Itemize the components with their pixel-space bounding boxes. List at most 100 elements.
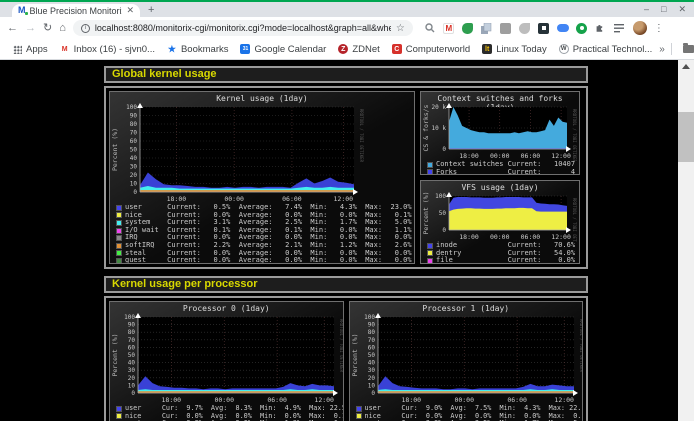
extension-icon-dark[interactable] (538, 22, 550, 34)
chart-title: Context switches and forks (1day) (421, 94, 579, 103)
bookmark-bookmarks[interactable]: ★ Bookmarks (162, 44, 234, 55)
extension-icon-blue[interactable] (557, 22, 569, 34)
star-icon: ★ (167, 44, 177, 54)
bookmark-google-calendar[interactable]: 31 Google Calendar (235, 44, 331, 55)
reload-button[interactable]: ↻ (43, 23, 52, 34)
svg-text:0: 0 (442, 146, 446, 153)
context-switches-legend: Context switches Current: 10407Forks Cur… (421, 161, 579, 175)
forward-button[interactable]: → (25, 23, 36, 34)
svg-text:40: 40 (130, 155, 138, 162)
svg-text:90: 90 (128, 322, 136, 329)
svg-text:06:00: 06:00 (282, 195, 302, 203)
svg-text:20: 20 (367, 375, 375, 382)
legend-swatch (116, 212, 122, 218)
browser-tab[interactable]: M Blue Precision Monitorix ✕ (12, 4, 140, 17)
svg-text:70: 70 (367, 337, 375, 344)
legend-swatch (116, 250, 122, 256)
chart-title: Processor 1 (1day) (350, 304, 583, 313)
legend-swatch (116, 243, 122, 249)
browser-toolbar: ← → ↻ ⌂ i localhost:8080/monitorix-cgi/m… (0, 17, 694, 39)
extensions-puzzle-icon[interactable] (595, 22, 607, 34)
legend-swatch (116, 228, 122, 234)
vfs-usage-chart[interactable]: VFS usage (1day) 05010018:0000:0006:0012… (420, 180, 580, 264)
playlist-extension-icon[interactable] (614, 22, 626, 34)
svg-text:00:00: 00:00 (490, 152, 510, 160)
kernel-usage-plot: 010203040506070809010018:0000:0006:0012:… (110, 103, 414, 204)
minimize-button[interactable]: – (644, 3, 649, 15)
browser-menu-icon[interactable]: ⋮ (654, 23, 664, 34)
scrollbar-up-arrow[interactable] (682, 64, 690, 69)
svg-text:00:00: 00:00 (214, 396, 234, 404)
svg-text:60: 60 (130, 138, 138, 145)
extension-icon-green-circle[interactable] (576, 22, 588, 34)
linux-today-icon: lt (482, 44, 492, 54)
svg-text:12:00: 12:00 (551, 233, 571, 241)
page-content: Global kernel usage Kernel usage (1day) … (0, 60, 694, 421)
legend-swatch (427, 169, 433, 175)
tab-close-icon[interactable]: ✕ (126, 5, 134, 16)
extension-icon-cast[interactable] (519, 22, 531, 34)
svg-text:10 k: 10 k (432, 125, 447, 132)
copy-pages-extension-icon[interactable] (481, 22, 493, 34)
legend-swatch (116, 235, 122, 241)
scrollbar-thumb[interactable] (678, 112, 694, 162)
vfs-usage-legend: inode Current: 70.6%dentry Current: 54.0… (421, 242, 579, 264)
processor-0-chart[interactable]: Processor 0 (1day) 010203040506070809010… (109, 301, 344, 421)
extension-icon-green[interactable] (462, 22, 474, 34)
processor-1-chart[interactable]: Processor 1 (1day) 010203040506070809010… (349, 301, 584, 421)
svg-text:40: 40 (367, 360, 375, 367)
context-switches-chart[interactable]: Context switches and forks (1day) 010 k2… (420, 91, 580, 175)
svg-text:20: 20 (128, 375, 136, 382)
svg-text:30: 30 (130, 164, 138, 171)
address-bar[interactable]: i localhost:8080/monitorix-cgi/monitorix… (73, 20, 413, 36)
zdnet-icon: Z (338, 44, 348, 54)
bookmark-zdnet[interactable]: Z ZDNet (333, 44, 384, 55)
bookmarks-overflow-chevron[interactable]: » (659, 44, 665, 55)
apps-grid-icon (13, 45, 22, 54)
extension-icon-gray[interactable] (500, 22, 512, 34)
bookmark-linux-today[interactable]: lt Linux Today (477, 44, 552, 55)
page-scrollbar[interactable] (678, 60, 694, 421)
bookmark-star-icon[interactable]: ☆ (396, 23, 405, 34)
svg-text:00:00: 00:00 (490, 233, 510, 241)
global-kernel-usage-section: Kernel usage (1day) 01020304050607080901… (104, 86, 588, 269)
svg-text:00:00: 00:00 (454, 396, 474, 404)
bookmark-apps[interactable]: Apps (8, 44, 53, 55)
svg-text:Percent (%): Percent (%) (351, 333, 359, 376)
other-bookmarks-button[interactable]: Other bookmarks (678, 44, 694, 55)
svg-text:60: 60 (367, 344, 375, 351)
legend-swatch (356, 406, 362, 412)
svg-text:CS & forks/s: CS & forks/s (422, 104, 430, 151)
svg-text:0: 0 (371, 390, 375, 397)
gmail-extension-icon[interactable]: M (443, 22, 455, 34)
legend-row: Forks Current: 4 (427, 169, 579, 175)
section-title-global-kernel-usage: Global kernel usage (104, 66, 588, 83)
kernel-usage-chart[interactable]: Kernel usage (1day) 01020304050607080901… (109, 91, 415, 264)
svg-text:100: 100 (364, 314, 375, 321)
url-text[interactable]: localhost:8080/monitorix-cgi/monitorix.c… (95, 23, 391, 33)
legend-swatch (116, 406, 122, 412)
svg-text:80: 80 (128, 329, 136, 336)
close-button[interactable]: ✕ (678, 3, 686, 15)
maximize-button[interactable]: □ (661, 3, 666, 15)
site-info-icon[interactable]: i (81, 24, 90, 33)
folder-icon (683, 45, 694, 53)
svg-text:90: 90 (367, 322, 375, 329)
svg-text:10: 10 (367, 382, 375, 389)
svg-text:100: 100 (435, 193, 446, 200)
bookmark-computerworld[interactable]: C Computerworld (387, 44, 475, 55)
legend-swatch (427, 162, 433, 168)
legend-swatch (427, 258, 433, 264)
search-icon[interactable] (424, 22, 436, 34)
profile-avatar[interactable] (633, 21, 647, 35)
monitorix-favicon: M (18, 6, 26, 15)
svg-text:06:00: 06:00 (521, 233, 541, 241)
back-button[interactable]: ← (7, 23, 18, 34)
home-button[interactable]: ⌂ (59, 23, 66, 34)
bookmark-practical-technology[interactable]: W Practical Technol... (554, 44, 658, 55)
svg-text:12:00: 12:00 (554, 396, 574, 404)
legend-swatch (427, 243, 433, 249)
new-tab-button[interactable]: + (148, 4, 154, 17)
legend-row: file Current: 0.0% (427, 257, 579, 264)
bookmark-inbox[interactable]: M Inbox (16) - sjvn0... (55, 44, 160, 55)
